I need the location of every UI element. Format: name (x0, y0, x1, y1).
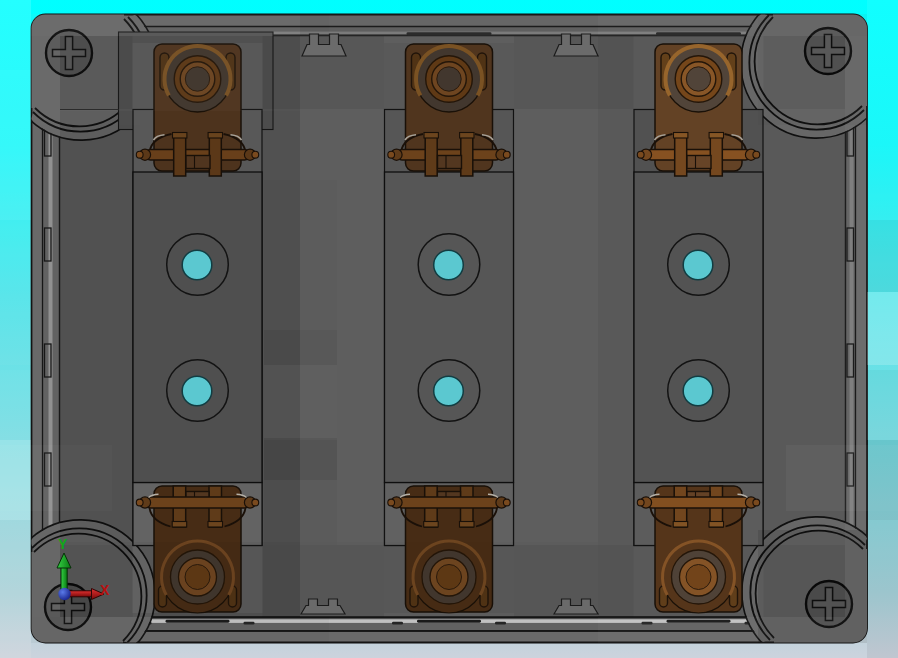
svg-text:Y: Y (58, 536, 68, 552)
svg-text:X: X (100, 582, 110, 598)
